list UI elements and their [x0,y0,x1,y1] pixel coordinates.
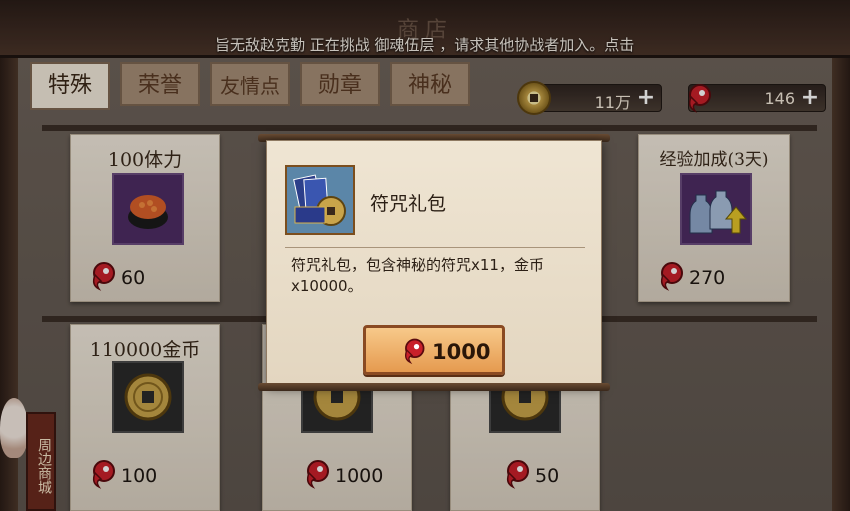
jade-icon [405,338,425,365]
buy-button[interactable]: 1000 [363,325,505,375]
talisman-pack-icon [285,165,355,235]
shop-scene: 商店 旨无敌赵克勤 正在挑战 御魂伍层 ，请求其他协战者加入。点击 特殊 荣誉 … [0,0,850,511]
scroll-rod-bottom [258,383,610,391]
popup-title: 符咒礼包 [370,193,447,215]
popup-description: 符咒礼包，包含神秘的符咒x11，金币x10000。 [291,256,544,295]
buy-price: 1000 [432,340,491,364]
popup-divider [285,247,585,248]
item-detail-popup: 符咒礼包 符咒礼包，包含神秘的符咒x11，金币x10000。 1000 [266,140,602,386]
